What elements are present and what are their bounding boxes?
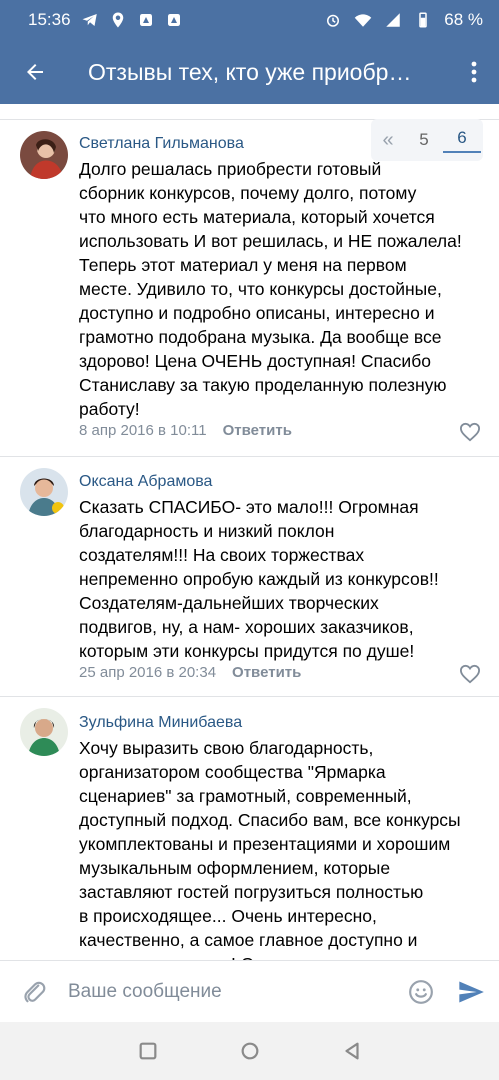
system-nav-bar xyxy=(0,1022,499,1080)
text-line: доступный подход. Спасибо вам, все конку… xyxy=(79,810,461,830)
status-time: 15:36 xyxy=(28,10,71,29)
comment-date: 25 апр 2016 в 20:34 xyxy=(79,664,217,681)
text-line: что много есть материала, который хочетс… xyxy=(79,207,435,227)
message-input[interactable] xyxy=(68,980,399,1003)
more-vert-icon xyxy=(471,61,477,83)
reply-button[interactable]: Ответить xyxy=(223,422,292,439)
text-line: создателям!!! На своих торжествах xyxy=(79,545,365,565)
divider xyxy=(0,696,499,697)
avatar[interactable] xyxy=(20,708,68,756)
text-line: грамотно подобрана музыка. Да вообще все xyxy=(79,327,442,347)
recents-icon[interactable] xyxy=(137,1040,159,1062)
location-icon xyxy=(109,11,127,29)
text-line: сборник конкурсов, почему долго, потому xyxy=(79,183,417,203)
app-icon-2 xyxy=(165,11,183,29)
comments-list: Светлана Гильманова Долго решалась приоб… xyxy=(0,104,499,960)
text-line: подвигов, ну, а нам- хороших заказчиков, xyxy=(79,617,414,637)
emoji-icon xyxy=(409,979,433,1004)
text-line: которым эти конкурсы придутся по душе! xyxy=(79,641,415,661)
status-bar: 15:36 68 % xyxy=(0,0,499,40)
battery-icon xyxy=(414,11,432,29)
back-nav-icon[interactable] xyxy=(341,1040,363,1062)
battery-percent: 68 % xyxy=(444,10,483,29)
send-icon xyxy=(459,981,484,1002)
back-button[interactable] xyxy=(0,40,70,104)
text-line: Сказать СПАСИБО- это мало!!! Огромная xyxy=(79,497,419,517)
app-bar: Отзывы тех, кто уже приобрели xyxy=(0,40,499,104)
paperclip-icon xyxy=(24,981,46,1002)
emoji-button[interactable] xyxy=(399,979,443,1005)
comment-text: Сказать СПАСИБО- это мало!!! Огромная бл… xyxy=(79,495,479,663)
reply-button[interactable]: Ответить xyxy=(232,664,301,681)
text-line: Хочу выразить свою благодарность, xyxy=(79,738,374,758)
first-page-button[interactable]: « xyxy=(371,129,405,152)
text-line: непременно опробую каждый из конкурсов!! xyxy=(79,569,439,589)
comment-text: Долго решалась приобрести готовый сборни… xyxy=(79,157,479,421)
text-line: организатором сообщества "Ярмарка xyxy=(79,762,386,782)
text-line: использовать И вот решилась, и НЕ пожале… xyxy=(79,231,462,251)
page-title: Отзывы тех, кто уже приобрели xyxy=(88,58,420,85)
telegram-icon xyxy=(81,11,99,29)
comment-author[interactable]: Оксана Абрамова xyxy=(79,473,212,491)
text-line: работу! xyxy=(79,399,140,419)
avatar[interactable] xyxy=(20,468,68,516)
signal-icon xyxy=(384,11,402,29)
text-line: здорово! Цена ОЧЕНЬ доступная! Спасибо xyxy=(79,351,431,371)
text-line: в происходящее... Очень интересно, xyxy=(79,906,377,926)
comment-meta: 8 апр 2016 в 10:11 Ответить xyxy=(79,422,292,439)
text-line: благодарность и низкий поклон xyxy=(79,521,335,541)
text-line: качественно, а самое главное доступно и xyxy=(79,930,418,950)
app-icon-1 xyxy=(137,11,155,29)
text-line: Создателям-дальнейших творческих xyxy=(79,593,379,613)
comment-meta: 25 апр 2016 в 20:34 Ответить xyxy=(79,664,301,681)
avatar[interactable] xyxy=(20,131,68,179)
page-6-button[interactable]: 6 xyxy=(443,128,481,153)
text-line: Теперь этот материал у меня на первом xyxy=(79,255,407,275)
text-line: Станиславу за такую проделанную полезную xyxy=(79,375,447,395)
divider xyxy=(0,456,499,457)
text-line: укомплектованы и презентациями и хорошим xyxy=(79,834,451,854)
comment-date: 8 апр 2016 в 10:11 xyxy=(79,422,207,439)
more-menu-button[interactable] xyxy=(449,40,499,104)
back-arrow-icon xyxy=(27,64,43,80)
comment-author[interactable]: Светлана Гильманова xyxy=(79,135,244,153)
like-icon[interactable] xyxy=(459,664,481,684)
like-icon[interactable] xyxy=(459,422,481,442)
alarm-icon xyxy=(324,11,342,29)
message-input-bar xyxy=(0,960,499,1022)
text-line: месте. Удивило то, что конкурсы достойны… xyxy=(79,279,442,299)
text-line: экономия времени! Организатором я желаю xyxy=(79,952,479,960)
comment-text: Хочу выразить свою благодарность, органи… xyxy=(79,736,479,960)
text-line: музыкальным оформлением, которые xyxy=(79,858,391,878)
home-icon[interactable] xyxy=(239,1040,261,1062)
comment-author[interactable]: Зульфина Минибаева xyxy=(79,714,242,732)
text-line: сценариев" за грамотный, современный, xyxy=(79,786,412,806)
text-line: заставляют гостей погрузиться полностью xyxy=(79,882,424,902)
text-line: доступно и подробно описаны, интересно и xyxy=(79,303,435,323)
wifi-icon xyxy=(354,11,372,29)
send-button[interactable] xyxy=(443,978,499,1006)
attach-button[interactable] xyxy=(0,979,68,1005)
page-switcher: « 5 6 xyxy=(371,119,483,161)
page-5-button[interactable]: 5 xyxy=(405,130,443,150)
